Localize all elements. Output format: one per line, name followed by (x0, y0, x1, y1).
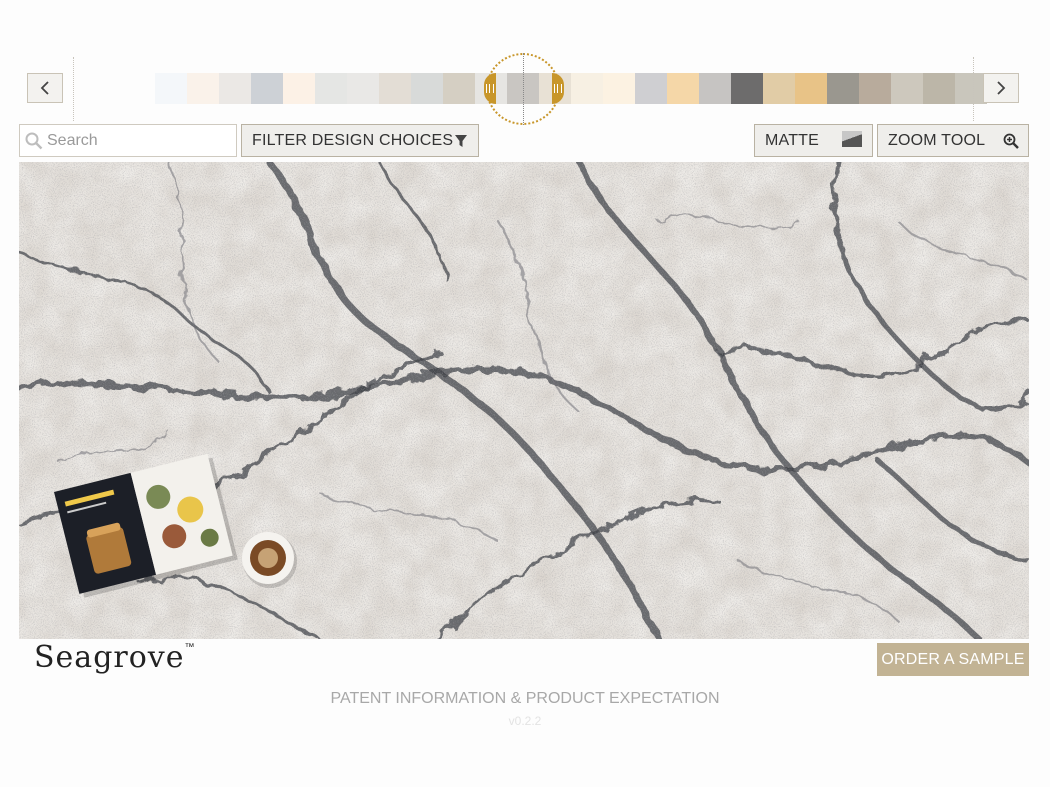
swatch-item[interactable] (923, 73, 955, 104)
carousel-left-divider (73, 57, 74, 121)
swatch-item[interactable] (283, 73, 315, 104)
swatch-item[interactable] (347, 73, 379, 104)
quartz-slab-texture (19, 162, 1029, 639)
swatch-item[interactable] (731, 73, 763, 104)
search-icon (25, 132, 43, 149)
swatch-item[interactable] (859, 73, 891, 104)
zoom-in-icon (1003, 133, 1019, 149)
finish-toggle-button[interactable]: MATTE (754, 124, 873, 157)
swatch-item[interactable] (699, 73, 731, 104)
matte-finish-icon (842, 131, 862, 147)
stone-preview-image[interactable] (19, 162, 1029, 639)
grip-icon (486, 84, 494, 93)
filter-funnel-icon (455, 135, 467, 147)
selector-grip-left[interactable] (484, 73, 496, 104)
carousel-right-divider (973, 57, 974, 121)
order-sample-button[interactable]: ORDER A SAMPLE (877, 643, 1029, 676)
swatch-item[interactable] (603, 73, 635, 104)
trademark-symbol: ™ (184, 642, 195, 653)
swatch-item[interactable] (219, 73, 251, 104)
previous-swatches-button[interactable] (27, 73, 63, 103)
swatch-item[interactable] (443, 73, 475, 104)
grip-icon (554, 84, 562, 93)
swatch-item[interactable] (187, 73, 219, 104)
filter-design-choices-button[interactable]: FILTER DESIGN CHOICES (241, 124, 479, 157)
swatch-strip[interactable] (155, 73, 987, 104)
swatch-item[interactable] (635, 73, 667, 104)
patent-info-link[interactable]: PATENT INFORMATION & PRODUCT EXPECTATION (0, 690, 1050, 708)
filter-label: FILTER DESIGN CHOICES (252, 131, 454, 149)
swatch-item[interactable] (667, 73, 699, 104)
swatch-item[interactable] (155, 73, 187, 104)
next-swatches-button[interactable] (983, 73, 1019, 103)
zoom-label: ZOOM TOOL (888, 131, 986, 149)
finish-label: MATTE (765, 131, 820, 149)
product-name: Seagrove™ (34, 640, 195, 675)
swatch-item[interactable] (795, 73, 827, 104)
swatch-item[interactable] (763, 73, 795, 104)
swatch-item[interactable] (251, 73, 283, 104)
swatch-item[interactable] (571, 73, 603, 104)
swatch-selected[interactable] (507, 73, 539, 104)
swatch-item[interactable] (891, 73, 923, 104)
swatch-item[interactable] (315, 73, 347, 104)
chevron-right-icon (997, 81, 1006, 95)
search-box (19, 124, 237, 157)
chevron-left-icon (40, 81, 49, 95)
version-label: v0.2.2 (508, 714, 542, 728)
swatch-item[interactable] (411, 73, 443, 104)
search-input[interactable] (45, 130, 229, 151)
zoom-tool-button[interactable]: ZOOM TOOL (877, 124, 1029, 157)
swatch-item[interactable] (827, 73, 859, 104)
swatch-item[interactable] (379, 73, 411, 104)
